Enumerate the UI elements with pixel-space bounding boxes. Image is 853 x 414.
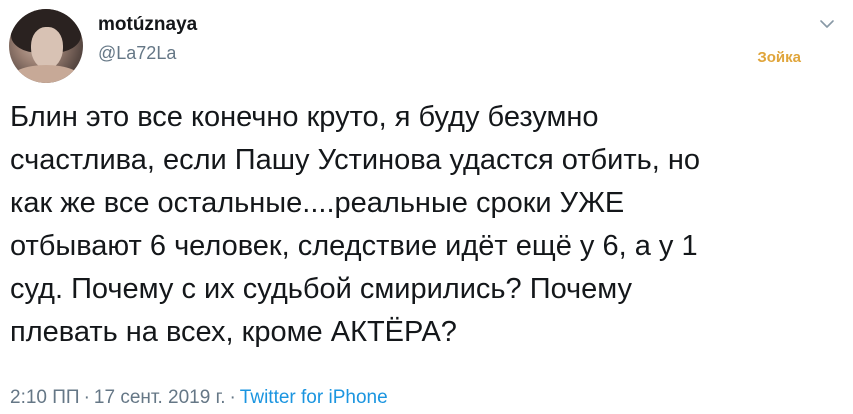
tweet-text: Блин это все конечно круто, я буду безум… xyxy=(10,101,701,348)
avatar-shoulder xyxy=(9,65,83,83)
chevron-down-icon[interactable] xyxy=(817,14,837,34)
author-name[interactable]: motúznaya xyxy=(98,14,197,36)
avatar-face xyxy=(31,27,63,69)
tweet-card: motúznaya @La72La Зойка Блин это все кон… xyxy=(0,0,853,414)
tweet-source-link[interactable]: Twitter for iPhone xyxy=(240,387,388,408)
author-handle[interactable]: @La72La xyxy=(98,43,176,64)
avatar[interactable] xyxy=(9,9,83,83)
follow-label: Зойка xyxy=(757,49,801,66)
meta-separator: · xyxy=(83,387,90,408)
meta-separator: · xyxy=(229,387,236,408)
tweet-date[interactable]: 17 сент. 2019 г. xyxy=(94,387,226,408)
tweet-meta: 2:10 ПП · 17 сент. 2019 г. · Twitter for iPh… xyxy=(10,387,388,409)
tweet-time[interactable]: 2:10 ПП xyxy=(10,387,80,408)
